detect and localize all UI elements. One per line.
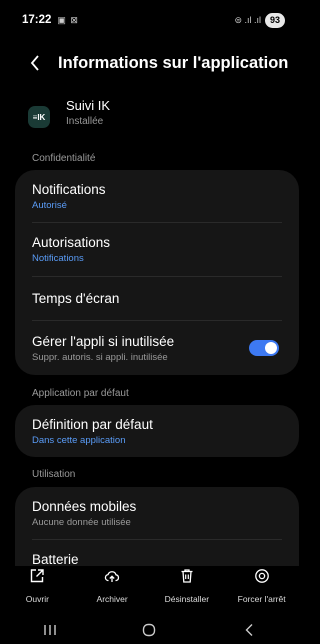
section-default-app-label: Application par défaut: [32, 388, 129, 399]
page-title: Informations sur l'application: [58, 53, 289, 72]
section-privacy-label: Confidentialité: [32, 153, 96, 164]
manage-unused-title: Gérer l'appli si inutilisée: [32, 333, 175, 349]
app-identity: ≡IK Suivi IK Installée: [28, 98, 110, 128]
app-name: Suivi IK: [66, 98, 111, 113]
battery-title: Batterie: [32, 552, 79, 567]
open-button[interactable]: Ouvrir: [7, 566, 67, 616]
screen-time-title: Temps d'écran: [32, 291, 120, 306]
mobile-data-subtitle: Aucune donnée utilisée: [32, 516, 131, 528]
permissions-title: Autorisations: [32, 235, 111, 250]
manage-unused-item[interactable]: Gérer l'appli si inutilisée Suppr. autor…: [15, 321, 299, 375]
app-bar: Informations sur l'application: [0, 44, 299, 82]
permissions-subtitle: Notifications: [32, 253, 84, 264]
force-stop-label: Forcer l'arrêt: [237, 594, 286, 604]
back-nav-icon[interactable]: [229, 619, 269, 641]
trash-icon: [181, 569, 193, 583]
open-external-icon: [31, 569, 45, 583]
system-navigation-bar: [0, 616, 299, 644]
bottom-action-bar: Ouvrir Archiver Désinstaller Forcer l'ar…: [0, 566, 299, 616]
stop-circle-icon: [254, 569, 269, 583]
battery-indicator: 93: [264, 12, 285, 28]
permissions-item[interactable]: Autorisations Notifications: [15, 223, 299, 276]
cloud-upload-icon: [104, 571, 120, 582]
manage-unused-subtitle: Suppr. autoris. si appli. inutilisée: [32, 351, 168, 363]
set-default-subtitle: Dans cette application: [32, 434, 126, 446]
mobile-data-item[interactable]: Données mobiles Aucune donnée utilisée: [15, 487, 299, 539]
notifications-item[interactable]: Notifications Autorisé: [15, 170, 299, 222]
notifications-title: Notifications: [32, 181, 106, 197]
uninstall-button[interactable]: Désinstaller: [157, 566, 217, 616]
status-bar: 17:22 ▣ ⊠ ⊜ .ıl .ıl 93: [0, 0, 299, 40]
uninstall-label: Désinstaller: [164, 594, 210, 604]
open-label: Ouvrir: [25, 594, 49, 604]
home-icon[interactable]: [129, 619, 169, 641]
status-time: 17:22: [22, 14, 52, 26]
recent-apps-icon[interactable]: [30, 619, 70, 641]
back-arrow-icon[interactable]: [28, 55, 42, 71]
app-install-status: Installée: [66, 116, 104, 127]
archive-button[interactable]: Archiver: [82, 566, 142, 616]
mobile-data-title: Données mobiles: [32, 498, 137, 514]
screen-time-item[interactable]: Temps d'écran: [15, 277, 299, 320]
force-stop-button[interactable]: Forcer l'arrêt: [232, 566, 292, 616]
set-default-title: Définition par défaut: [32, 416, 153, 432]
status-right: ⊜ .ıl .ıl 93: [234, 12, 285, 28]
section-usage-label: Utilisation: [32, 469, 76, 480]
app-icon: ≡IK: [28, 106, 50, 128]
default-app-card: Définition par défaut Dans cette applica…: [15, 405, 299, 457]
signal-icons: ⊜ .ıl .ıl: [234, 14, 261, 25]
privacy-card: Notifications Autorisé Autorisations Not…: [15, 170, 299, 375]
archive-label: Archiver: [96, 594, 128, 604]
notification-icons: ▣ ⊠: [57, 14, 79, 25]
notifications-subtitle: Autorisé: [32, 199, 67, 211]
set-default-item[interactable]: Définition par défaut Dans cette applica…: [15, 405, 299, 457]
manage-unused-toggle[interactable]: [249, 340, 279, 356]
status-left: 17:22 ▣ ⊠: [22, 14, 79, 26]
